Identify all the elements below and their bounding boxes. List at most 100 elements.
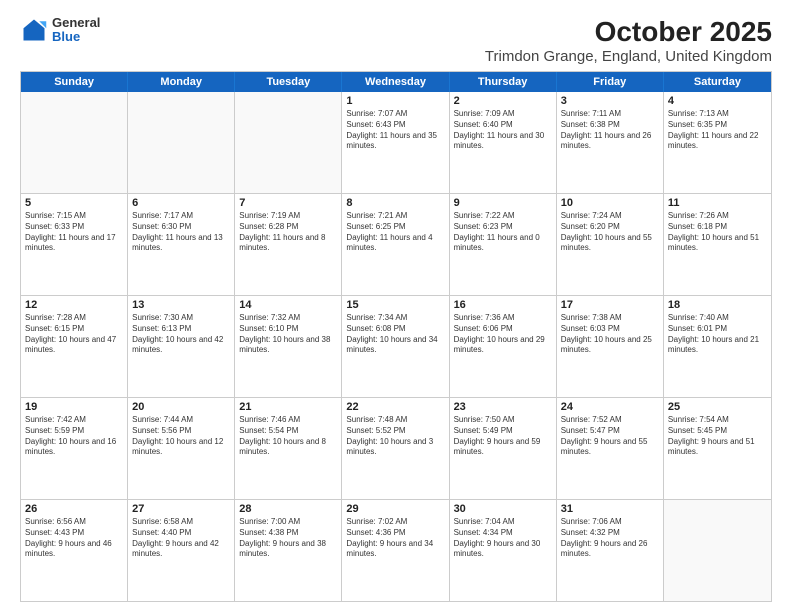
cell-info: Sunrise: 7:02 AM Sunset: 4:36 PM Dayligh… (346, 517, 444, 560)
cell-info: Sunrise: 7:21 AM Sunset: 6:25 PM Dayligh… (346, 211, 444, 254)
day-number: 10 (561, 197, 659, 209)
table-row: 2 Sunrise: 7:09 AM Sunset: 6:40 PM Daylig… (450, 92, 557, 193)
day-number: 2 (454, 95, 552, 107)
table-row: 21 Sunrise: 7:46 AM Sunset: 5:54 PM Dayli… (235, 398, 342, 499)
table-row: 15 Sunrise: 7:34 AM Sunset: 6:08 PM Dayli… (342, 296, 449, 397)
table-row: 6 Sunrise: 7:17 AM Sunset: 6:30 PM Daylig… (128, 194, 235, 295)
cell-info: Sunrise: 7:22 AM Sunset: 6:23 PM Dayligh… (454, 211, 552, 254)
table-row: 4Sunrise: 7:13 AM Sunset: 6:35 PM Daylig… (664, 92, 771, 193)
day-number: 13 (132, 299, 230, 311)
day-number: 19 (25, 401, 123, 413)
weekday-monday: Monday (128, 72, 235, 92)
cell-info: Sunrise: 7:19 AM Sunset: 6:28 PM Dayligh… (239, 211, 337, 254)
header: General Blue October 2025 Trimdon Grange… (20, 16, 772, 65)
day-number: 22 (346, 401, 444, 413)
table-row: 17 Sunrise: 7:38 AM Sunset: 6:03 PM Dayli… (557, 296, 664, 397)
table-row: 12Sunrise: 7:28 AM Sunset: 6:15 PM Dayli… (21, 296, 128, 397)
table-row: 16Sunrise: 7:36 AM Sunset: 6:06 PM Dayli… (450, 296, 557, 397)
cell-info: Sunrise: 7:09 AM Sunset: 6:40 PM Dayligh… (454, 109, 552, 152)
calendar-week-5: 26 Sunrise: 6:56 AM Sunset: 4:43 PM Dayli… (21, 500, 771, 601)
day-number: 27 (132, 503, 230, 515)
day-number: 4 (668, 95, 767, 107)
day-number: 28 (239, 503, 337, 515)
day-number: 31 (561, 503, 659, 515)
table-row: 31 Sunrise: 7:06 AM Sunset: 4:32 PM Dayli… (557, 500, 664, 601)
cell-info: Sunrise: 7:48 AM Sunset: 5:52 PM Dayligh… (346, 415, 444, 458)
cell-info: Sunrise: 7:50 AM Sunset: 5:49 PM Dayligh… (454, 415, 552, 458)
table-row: 25 Sunrise: 7:54 AM Sunset: 5:45 PM Dayli… (664, 398, 771, 499)
weekday-sunday: Sunday (21, 72, 128, 92)
weekday-wednesday: Wednesday (342, 72, 449, 92)
cell-info: Sunrise: 7:46 AM Sunset: 5:54 PM Dayligh… (239, 415, 337, 458)
cell-info: Sunrise: 7:44 AM Sunset: 5:56 PM Dayligh… (132, 415, 230, 458)
table-row: 19 Sunrise: 7:42 AM Sunset: 5:59 PM Dayli… (21, 398, 128, 499)
day-number: 16 (454, 299, 552, 311)
table-row: 23Sunrise: 7:50 AM Sunset: 5:49 PM Dayli… (450, 398, 557, 499)
cell-info: Sunrise: 7:17 AM Sunset: 6:30 PM Dayligh… (132, 211, 230, 254)
weekday-saturday: Saturday (664, 72, 771, 92)
cell-info: Sunrise: 7:54 AM Sunset: 5:45 PM Dayligh… (668, 415, 767, 458)
day-number: 21 (239, 401, 337, 413)
day-number: 17 (561, 299, 659, 311)
day-number: 9 (454, 197, 552, 209)
table-row: 10Sunrise: 7:24 AM Sunset: 6:20 PM Dayli… (557, 194, 664, 295)
cell-info: Sunrise: 7:11 AM Sunset: 6:38 PM Dayligh… (561, 109, 659, 152)
calendar: Sunday Monday Tuesday Wednesday Thursday… (20, 71, 772, 602)
day-number: 6 (132, 197, 230, 209)
table-row (128, 92, 235, 193)
calendar-week-1: 1 Sunrise: 7:07 AM Sunset: 6:43 PM Daylig… (21, 92, 771, 194)
calendar-body: 1 Sunrise: 7:07 AM Sunset: 6:43 PM Daylig… (21, 92, 771, 601)
table-row: 14Sunrise: 7:32 AM Sunset: 6:10 PM Dayli… (235, 296, 342, 397)
calendar-week-2: 5 Sunrise: 7:15 AM Sunset: 6:33 PM Daylig… (21, 194, 771, 296)
cell-info: Sunrise: 7:00 AM Sunset: 4:38 PM Dayligh… (239, 517, 337, 560)
cell-info: Sunrise: 7:04 AM Sunset: 4:34 PM Dayligh… (454, 517, 552, 560)
table-row: 7Sunrise: 7:19 AM Sunset: 6:28 PM Daylig… (235, 194, 342, 295)
weekday-friday: Friday (557, 72, 664, 92)
table-row: 26 Sunrise: 6:56 AM Sunset: 4:43 PM Dayli… (21, 500, 128, 601)
table-row: 27Sunrise: 6:58 AM Sunset: 4:40 PM Dayli… (128, 500, 235, 601)
logo-line1: General (52, 16, 100, 30)
calendar-subtitle: Trimdon Grange, England, United Kingdom (485, 48, 772, 65)
day-number: 20 (132, 401, 230, 413)
cell-info: Sunrise: 6:56 AM Sunset: 4:43 PM Dayligh… (25, 517, 123, 560)
logo-icon (20, 16, 48, 44)
table-row: 20 Sunrise: 7:44 AM Sunset: 5:56 PM Dayli… (128, 398, 235, 499)
calendar-week-3: 12Sunrise: 7:28 AM Sunset: 6:15 PM Dayli… (21, 296, 771, 398)
cell-info: Sunrise: 7:26 AM Sunset: 6:18 PM Dayligh… (668, 211, 767, 254)
table-row: 13Sunrise: 7:30 AM Sunset: 6:13 PM Dayli… (128, 296, 235, 397)
weekday-tuesday: Tuesday (235, 72, 342, 92)
table-row: 28 Sunrise: 7:00 AM Sunset: 4:38 PM Dayli… (235, 500, 342, 601)
cell-info: Sunrise: 7:40 AM Sunset: 6:01 PM Dayligh… (668, 313, 767, 356)
logo-line2: Blue (52, 30, 100, 44)
day-number: 8 (346, 197, 444, 209)
day-number: 24 (561, 401, 659, 413)
table-row: 30 Sunrise: 7:04 AM Sunset: 4:34 PM Dayli… (450, 500, 557, 601)
table-row (664, 500, 771, 601)
day-number: 26 (25, 503, 123, 515)
table-row: 3Sunrise: 7:11 AM Sunset: 6:38 PM Daylig… (557, 92, 664, 193)
day-number: 12 (25, 299, 123, 311)
calendar-title: October 2025 (485, 16, 772, 48)
day-number: 18 (668, 299, 767, 311)
day-number: 30 (454, 503, 552, 515)
day-number: 1 (346, 95, 444, 107)
cell-info: Sunrise: 7:34 AM Sunset: 6:08 PM Dayligh… (346, 313, 444, 356)
table-row (235, 92, 342, 193)
day-number: 25 (668, 401, 767, 413)
cell-info: Sunrise: 7:15 AM Sunset: 6:33 PM Dayligh… (25, 211, 123, 254)
day-number: 5 (25, 197, 123, 209)
table-row: 8 Sunrise: 7:21 AM Sunset: 6:25 PM Daylig… (342, 194, 449, 295)
cell-info: Sunrise: 7:07 AM Sunset: 6:43 PM Dayligh… (346, 109, 444, 152)
cell-info: Sunrise: 7:52 AM Sunset: 5:47 PM Dayligh… (561, 415, 659, 458)
day-number: 15 (346, 299, 444, 311)
cell-info: Sunrise: 7:06 AM Sunset: 4:32 PM Dayligh… (561, 517, 659, 560)
table-row: 22 Sunrise: 7:48 AM Sunset: 5:52 PM Dayli… (342, 398, 449, 499)
table-row: 29 Sunrise: 7:02 AM Sunset: 4:36 PM Dayli… (342, 500, 449, 601)
logo: General Blue (20, 16, 100, 45)
cell-info: Sunrise: 7:38 AM Sunset: 6:03 PM Dayligh… (561, 313, 659, 356)
cell-info: Sunrise: 7:42 AM Sunset: 5:59 PM Dayligh… (25, 415, 123, 458)
day-number: 29 (346, 503, 444, 515)
day-number: 11 (668, 197, 767, 209)
table-row: 24 Sunrise: 7:52 AM Sunset: 5:47 PM Dayli… (557, 398, 664, 499)
day-number: 14 (239, 299, 337, 311)
